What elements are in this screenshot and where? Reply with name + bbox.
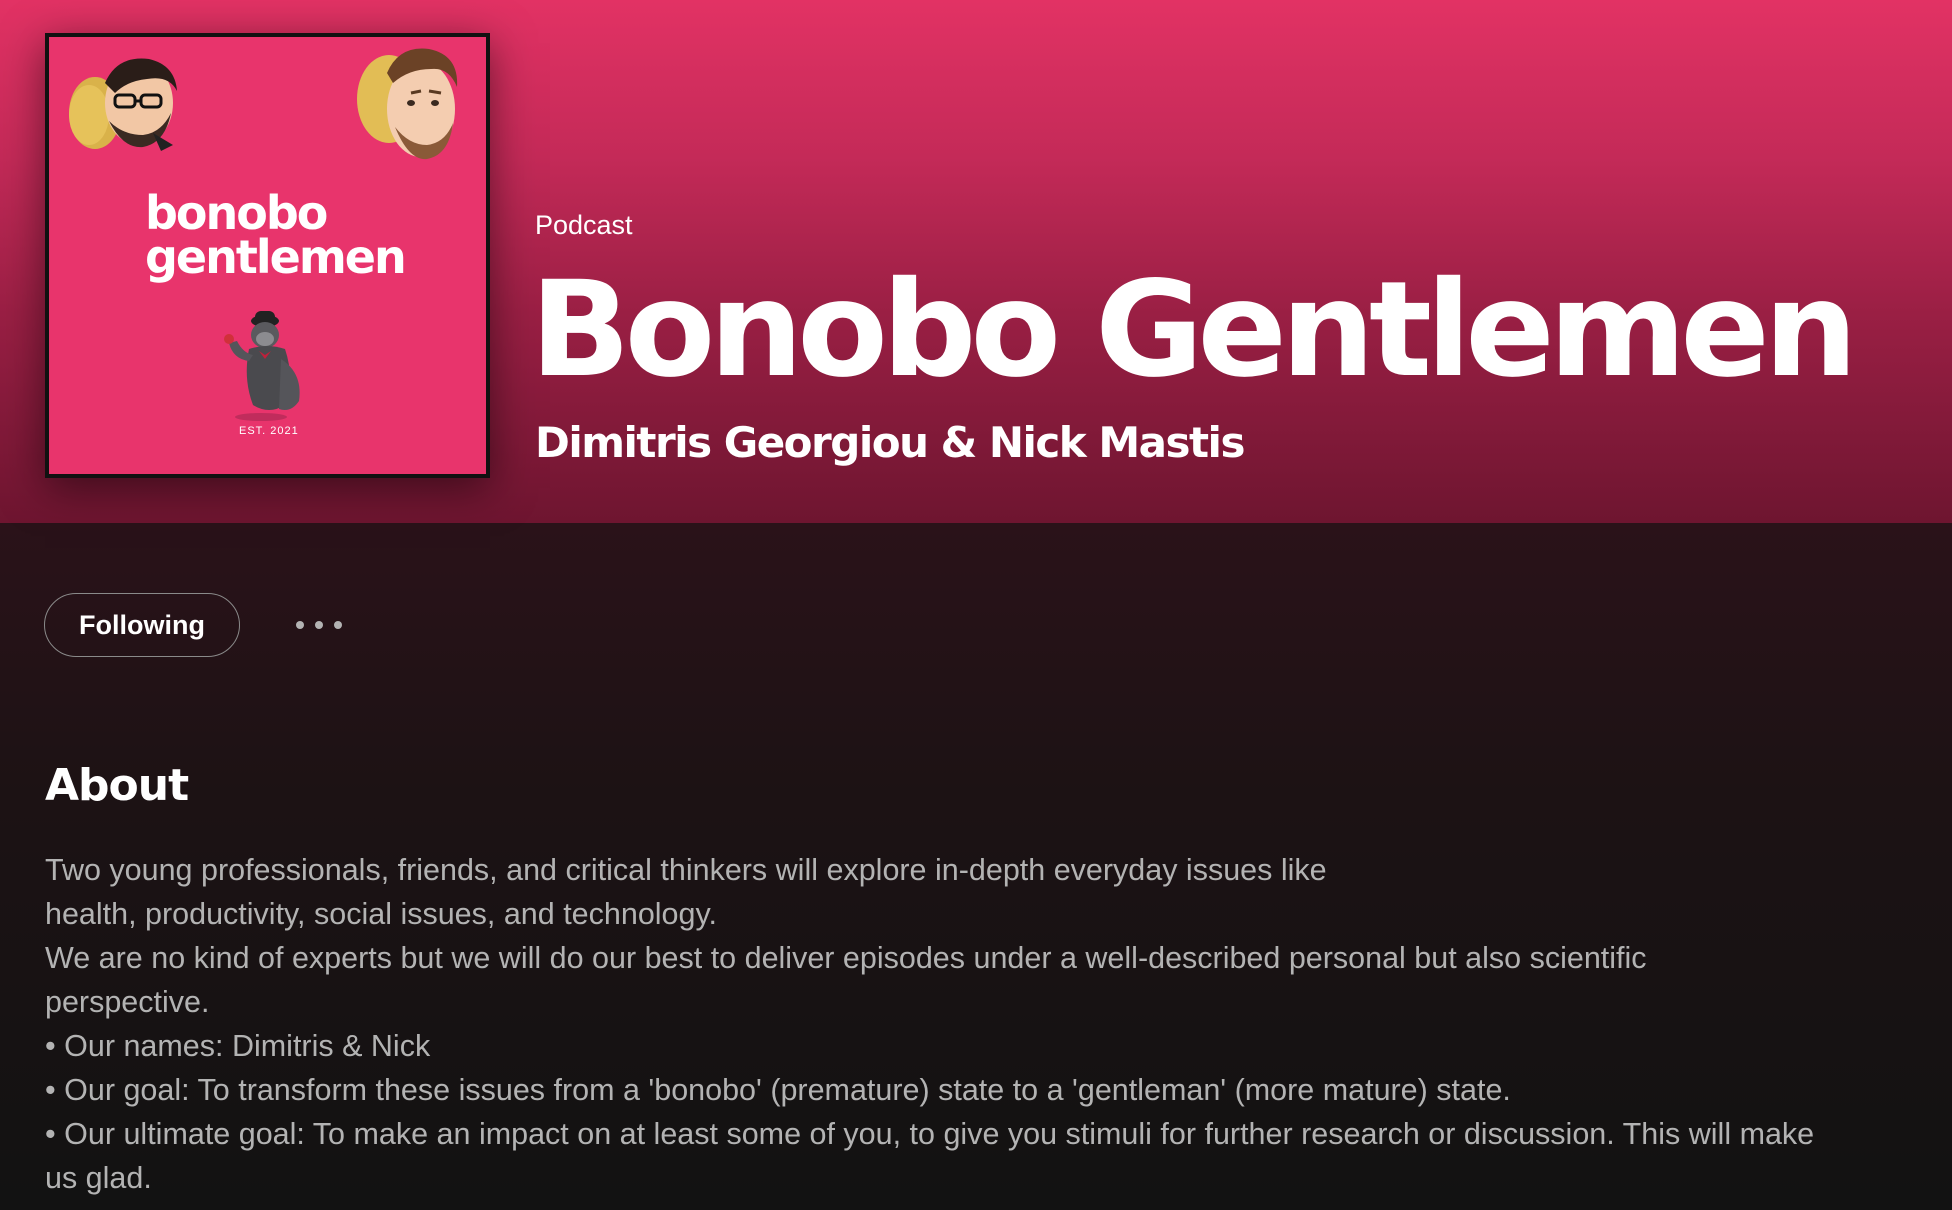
about-line: • Our goal: To transform these issues fr… bbox=[45, 1073, 1511, 1107]
about-description: Two young professionals, friends, and cr… bbox=[45, 848, 1925, 1200]
content-type-label: Podcast bbox=[535, 210, 633, 240]
bonobo-mascot-illustration bbox=[224, 311, 300, 421]
cover-title: bonobo gentlemen bbox=[145, 186, 407, 284]
about-line: Two young professionals, friends, and cr… bbox=[45, 853, 1327, 887]
about-line: perspective. bbox=[45, 985, 210, 1019]
about-heading: About bbox=[45, 760, 189, 811]
cover-est-label: EST. 2021 bbox=[239, 425, 299, 437]
host-face-illustration-left bbox=[69, 58, 177, 151]
podcast-title: Bonobo Gentlemen bbox=[530, 253, 1858, 407]
about-line: • Our ultimate goal: To make an impact o… bbox=[45, 1117, 1815, 1151]
about-line: health, productivity, social issues, and… bbox=[45, 897, 717, 931]
cover-title-line2: gentlemen bbox=[145, 230, 407, 284]
more-options-button[interactable] bbox=[286, 605, 352, 645]
host-face-illustration-right bbox=[357, 48, 458, 160]
ellipsis-icon bbox=[296, 621, 342, 629]
podcast-authors[interactable]: Dimitris Georgiou & Nick Mastis bbox=[535, 418, 1245, 467]
cover-title-line1: bonobo bbox=[145, 186, 328, 240]
podcast-cover-art: bonobo gentlemen EST. 2021 bbox=[45, 33, 490, 478]
about-line: • Our names: Dimitris & Nick bbox=[45, 1029, 431, 1063]
following-button[interactable]: Following bbox=[44, 593, 240, 657]
about-line: us glad. bbox=[45, 1161, 152, 1195]
about-line: We are no kind of experts but we will do… bbox=[45, 941, 1647, 975]
